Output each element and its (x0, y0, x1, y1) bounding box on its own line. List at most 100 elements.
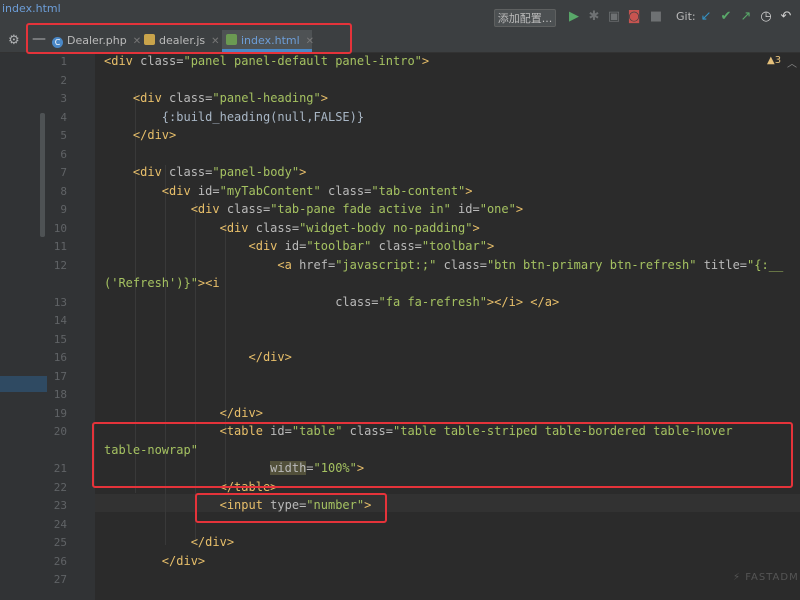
code-line[interactable]: <a href="javascript:;" class="btn btn-pr… (104, 258, 783, 272)
code-line[interactable]: </div> (104, 350, 292, 364)
code-line[interactable]: <div class="panel-heading"> (104, 91, 328, 105)
code-token: "panel-heading" (212, 91, 321, 105)
code-line[interactable]: <div class="widget-body no-padding"> (104, 221, 480, 235)
code-line[interactable]: <div id="toolbar" class="toolbar"> (104, 239, 494, 253)
code-token: "myTabContent" (219, 183, 328, 198)
line-number: 19 (53, 406, 67, 420)
code-line[interactable]: <div id="myTabContent" class="tab-conten… (104, 184, 473, 198)
code-editor[interactable]: 1 <div class="panel panel-default panel-i… (47, 53, 800, 600)
gear-icon[interactable]: ⚙ (8, 33, 20, 48)
code-token: id= (284, 239, 307, 253)
line-number: 11 (53, 240, 67, 253)
line-number: 1 (60, 55, 67, 68)
code-token: class= (378, 239, 422, 253)
code-token: class= (335, 294, 379, 309)
line-number: 4 (60, 110, 67, 124)
code-token: <div (104, 239, 285, 253)
code-token: <a (104, 257, 300, 272)
code-token: "tab-content" (371, 183, 466, 198)
line-number: 9 (60, 203, 67, 216)
code-token: "widget-body no-padding" (299, 220, 473, 235)
code-token: title= (703, 257, 748, 272)
file-title: index.html (2, 2, 61, 15)
line-number: 24 (53, 517, 67, 531)
code-line[interactable]: </div> (104, 554, 205, 568)
line-number: 27 (53, 573, 67, 586)
annotation-box-tabs (26, 23, 352, 54)
code-line[interactable]: {:build_heading(null,FALSE)} (104, 110, 364, 124)
watermark: ⚡ FASTADM (733, 572, 799, 583)
code-token: "panel panel-default panel-intro" (183, 54, 422, 68)
code-token: > (486, 239, 495, 253)
code-token: <div (104, 220, 256, 235)
line-number: 15 (53, 332, 67, 346)
code-token: "javascript:;" (335, 257, 444, 272)
line-number: 18 (53, 388, 67, 401)
debug-icon[interactable]: ✱ (586, 9, 602, 25)
code-token: </div> (104, 405, 263, 420)
run-icon[interactable]: ▶ (566, 9, 582, 25)
code-token: class= (443, 257, 487, 272)
code-token: </div> (104, 535, 235, 549)
add-configuration-button[interactable]: 添加配置... (494, 9, 556, 27)
warning-indicator[interactable]: ▲3 (767, 55, 781, 66)
line-number: 12 (53, 258, 67, 272)
line-number: 6 (60, 147, 67, 161)
stop-icon[interactable]: ■ (648, 9, 664, 25)
code-token: class= (140, 54, 184, 68)
line-number: 21 (53, 462, 67, 475)
git-update-icon[interactable]: ↙ (698, 9, 714, 25)
scrollbar[interactable] (40, 113, 45, 237)
code-token: > (421, 54, 430, 68)
code-token: <div (104, 165, 170, 179)
code-token: </div> (104, 350, 292, 364)
code-token: "{:__ (747, 257, 784, 272)
code-token: > (320, 91, 328, 105)
code-line[interactable]: <div class="panel panel-default panel-in… (104, 54, 429, 68)
selected-row (0, 376, 47, 392)
profile-icon[interactable]: ◙ (626, 9, 642, 25)
watermark-text: FASTADM (745, 572, 799, 583)
code-token: "fa fa-refresh" (378, 294, 487, 309)
code-token: > (515, 202, 524, 216)
line-number: 16 (53, 351, 67, 364)
code-token: <div (104, 202, 227, 216)
annotation-box-table (92, 422, 793, 488)
line-number: 7 (60, 166, 67, 179)
code-token: class= (226, 202, 271, 216)
code-token: id= (458, 202, 480, 216)
line-number: 3 (60, 92, 67, 105)
code-token: <div (104, 91, 170, 105)
code-token: "one" (479, 202, 516, 216)
code-token: </div> (104, 553, 206, 568)
coverage-icon[interactable]: ▣ (606, 9, 622, 25)
code-token: ('Refresh')}" (104, 276, 198, 290)
history-icon[interactable]: ◷ (758, 9, 774, 25)
code-token: class= (327, 183, 372, 198)
line-number: 22 (53, 480, 67, 494)
line-number: 17 (53, 369, 67, 383)
line-number: 14 (53, 314, 67, 327)
git-commit-icon[interactable]: ✔ (718, 9, 734, 25)
code-line[interactable]: </div> (104, 535, 234, 549)
code-token: "btn btn-primary btn-refresh" (486, 257, 704, 272)
git-push-icon[interactable]: ↗ (738, 9, 754, 25)
code-line[interactable]: </div> (104, 406, 263, 420)
chevron-up-icon[interactable]: ︿ (787, 55, 797, 70)
code-line[interactable]: class="fa fa-refresh"></i> </a> (104, 295, 559, 309)
code-line[interactable]: ('Refresh')}"><i (104, 276, 220, 290)
line-number: 10 (53, 221, 67, 235)
revert-icon[interactable]: ↶ (778, 9, 794, 25)
line-number: 25 (53, 536, 67, 549)
code-line[interactable]: </div> (104, 128, 176, 142)
code-line[interactable]: <div class="tab-pane fade active in" id=… (104, 202, 523, 216)
code-token: class= (255, 220, 300, 235)
code-token: {:build_heading(null,FALSE)} (104, 109, 365, 124)
code-token: > (299, 165, 307, 179)
code-token: <i (205, 276, 220, 290)
line-number: 2 (60, 73, 67, 87)
code-token: ></i> </a> (486, 294, 560, 309)
code-line[interactable]: <div class="panel-body"> (104, 165, 306, 179)
code-token: href= (299, 257, 336, 272)
